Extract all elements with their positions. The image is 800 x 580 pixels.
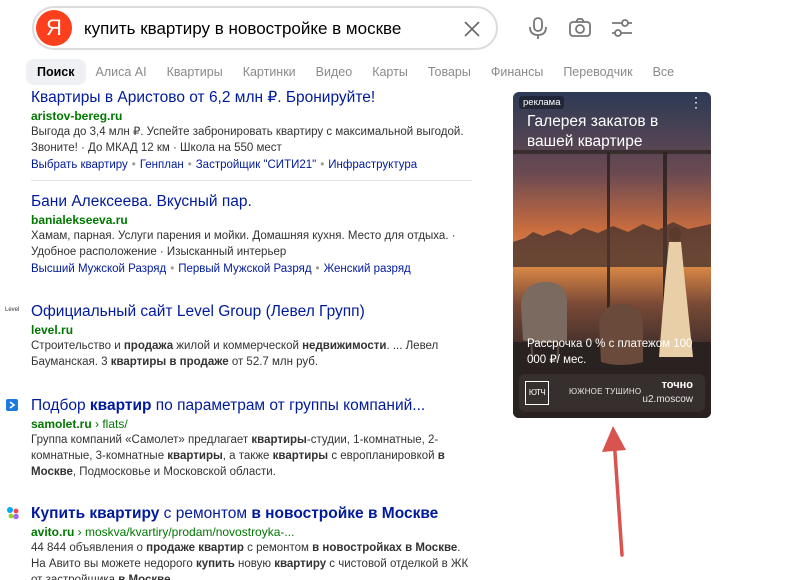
yandex-logo[interactable]: Я <box>36 10 72 46</box>
result-title[interactable]: Официальный сайт Level Group (Левел Груп… <box>31 302 476 322</box>
result-snippet: Выгода до 3,4 млн ₽. Успейте забронирова… <box>31 126 464 154</box>
result-sitelinks: Высший Мужской Разряд • Первый Мужской Раз… <box>31 263 411 275</box>
search-result: Подбор квартир по параметрам от группы к… <box>31 396 476 480</box>
ad-label: реклама <box>519 96 565 109</box>
tab-maps[interactable]: Карты <box>362 59 418 85</box>
tab-search[interactable]: Поиск <box>26 59 86 85</box>
sitelink[interactable]: Инфраструктура <box>328 159 417 171</box>
tab-video[interactable]: Видео <box>306 59 363 85</box>
samolet-favicon <box>6 398 18 416</box>
result-sitelinks: Выбрать квартиру • Генплан • Застройщик "СИТ… <box>31 159 418 171</box>
microphone-icon <box>529 17 547 39</box>
clear-search-button[interactable] <box>462 19 482 39</box>
level-favicon: Level <box>5 307 20 313</box>
search-tabs: Поиск Алиса AI Квартиры Картинки Видео К… <box>26 59 684 85</box>
sitelink[interactable]: Выбрать квартиру <box>31 159 128 171</box>
ad-location: ЮЖНОЕ ТУШИНО <box>569 387 642 396</box>
tab-apartments[interactable]: Квартиры <box>157 59 233 85</box>
voice-search-button[interactable] <box>524 14 552 42</box>
result-snippet: Хамам, парная. Услуги парения и мойки. Д… <box>31 230 456 258</box>
ad-brand-logo: ЮТЧ <box>525 381 549 405</box>
ad-footer[interactable]: ЮТЧ ЮЖНОЕ ТУШИНО точно u2.moscow <box>519 374 705 412</box>
ad-offer: Рассрочка 0 % с платежом 100 000 ₽/ мес. <box>527 338 693 366</box>
result-title[interactable]: Квартиры в Аристово от 6,2 млн ₽. Бронир… <box>31 88 476 108</box>
sliders-icon <box>612 19 632 37</box>
tab-images[interactable]: Картинки <box>233 59 306 85</box>
result-url[interactable]: samolet.ru › flats/ <box>31 416 476 432</box>
result-title[interactable]: Купить квартиру с ремонтом в новостройке… <box>31 504 476 524</box>
camera-icon <box>569 18 591 37</box>
sitelink[interactable]: Застройщик "СИТИ21" <box>196 159 317 171</box>
close-icon <box>464 21 480 37</box>
tab-products[interactable]: Товары <box>418 59 481 85</box>
result-url[interactable]: aristov-bereg.ru <box>31 108 476 124</box>
result-snippet: Группа компаний «Самолет» предлагает ква… <box>31 434 445 478</box>
ad-banner[interactable]: реклама ⋮ Галерея закатов в вашей кварти… <box>513 92 711 418</box>
result-url[interactable]: level.ru <box>31 322 476 338</box>
tab-translator[interactable]: Переводчик <box>553 59 642 85</box>
result-title[interactable]: Подбор квартир по параметрам от группы к… <box>31 396 476 416</box>
search-input[interactable] <box>84 17 444 41</box>
divider <box>31 180 472 181</box>
search-result: Купить квартиру с ремонтом в новостройке… <box>31 504 476 580</box>
sitelink[interactable]: Генплан <box>140 159 184 171</box>
search-bar: Я <box>32 6 498 50</box>
result-snippet: Строительство и продажа жилой и коммерче… <box>31 340 439 368</box>
ad-domain: u2.moscow <box>642 394 693 405</box>
tab-finance[interactable]: Финансы <box>481 59 553 85</box>
search-result: Квартиры в Аристово от 6,2 млн ₽. Бронир… <box>31 88 476 174</box>
result-url[interactable]: banialekseeva.ru <box>31 212 476 228</box>
result-snippet: 44 844 объявления о продаже квартир с ре… <box>31 542 469 580</box>
tab-all[interactable]: Все <box>643 59 685 85</box>
search-result: Официальный сайт Level Group (Левел Груп… <box>31 302 476 370</box>
search-result: Бани Алексеева. Вкусный пар. banialeksee… <box>31 192 476 278</box>
result-url[interactable]: avito.ru › moskva/kvartiry/prodam/novost… <box>31 524 476 540</box>
ad-menu-icon[interactable]: ⋮ <box>689 95 703 109</box>
sitelink[interactable]: Первый Мужской Разряд <box>178 263 311 275</box>
avito-favicon <box>6 506 20 525</box>
result-title[interactable]: Бани Алексеева. Вкусный пар. <box>31 192 476 212</box>
image-search-button[interactable] <box>566 14 594 42</box>
ad-tagline: точно <box>661 379 693 391</box>
tab-alice-ai[interactable]: Алиса AI <box>86 59 157 85</box>
sitelink[interactable]: Женский разряд <box>324 263 411 275</box>
sitelink[interactable]: Высший Мужской Разряд <box>31 263 166 275</box>
ad-headline: Галерея закатов в вашей квартире <box>527 113 659 150</box>
search-settings-button[interactable] <box>608 14 636 42</box>
